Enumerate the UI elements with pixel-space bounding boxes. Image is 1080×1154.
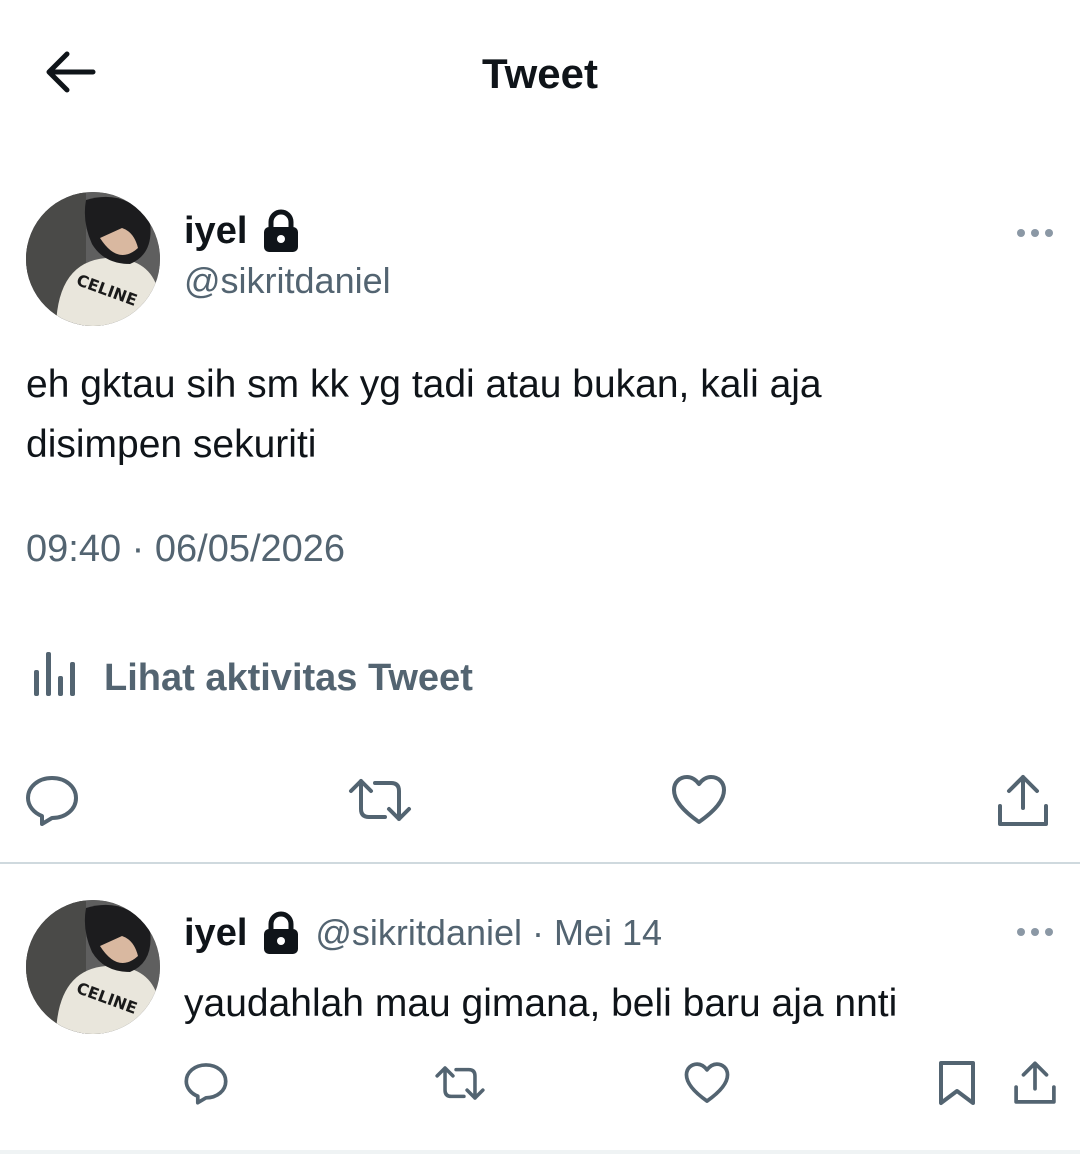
view-activity-link[interactable]: Lihat aktivitas Tweet [30, 648, 473, 708]
more-icon [1015, 226, 1055, 244]
more-icon [1015, 925, 1055, 943]
heart-icon [684, 1061, 730, 1110]
separator-dot: · [532, 912, 545, 953]
tweet-text: eh gktau sih sm kk yg tadi atau bukan, k… [26, 355, 1026, 475]
share-icon [1012, 1059, 1058, 1112]
reply-text: yaudahlah mau gimana, beli baru aja nnti [184, 982, 898, 1025]
lock-icon [261, 910, 301, 956]
reply-button[interactable] [180, 1060, 232, 1110]
page-title: Tweet [482, 50, 598, 97]
heart-icon [671, 774, 727, 831]
author-handle[interactable]: @sikritdaniel [315, 912, 522, 954]
analytics-icon [30, 648, 104, 708]
share-button[interactable] [990, 770, 1056, 836]
retweet-icon [434, 1063, 486, 1108]
share-icon [995, 772, 1051, 835]
retweet-button[interactable] [344, 770, 416, 834]
tweet-date[interactable]: Mei 14 [554, 912, 662, 954]
like-button[interactable] [666, 770, 732, 834]
author-name-row: iyel @sikritdaniel · Mei 14 [184, 910, 662, 956]
reply-icon [183, 1060, 229, 1111]
display-name[interactable]: iyel [184, 912, 247, 955]
like-button[interactable] [680, 1060, 734, 1110]
reply-button[interactable] [20, 770, 84, 834]
avatar[interactable]: CELINE [26, 900, 160, 1034]
retweet-button[interactable] [430, 1062, 490, 1108]
share-button[interactable] [1008, 1058, 1062, 1112]
avatar[interactable]: CELINE [26, 192, 160, 326]
lock-icon [261, 208, 301, 254]
tweet-text-line: eh gktau sih sm kk yg tadi atau bukan, k… [26, 363, 822, 406]
retweet-icon [347, 775, 413, 830]
tweet-timestamp[interactable]: 09:40 · 06/05/2026 [26, 528, 345, 571]
reply-tweet[interactable]: CELINE iyel @sikritdaniel · Mei 14 yauda… [0, 864, 1080, 1154]
reply-icon [24, 772, 80, 833]
display-name[interactable]: iyel [184, 210, 247, 253]
author-name-row: iyel [184, 208, 301, 254]
bottom-divider [0, 1150, 1080, 1154]
top-bar: Tweet [0, 0, 1080, 150]
bookmark-icon [936, 1059, 978, 1112]
tweet-text-line: disimpen sekuriti [26, 423, 317, 466]
author-handle[interactable]: @sikritdaniel [184, 260, 391, 302]
more-options-button[interactable] [1010, 919, 1060, 949]
more-options-button[interactable] [1010, 220, 1060, 250]
bookmark-button[interactable] [932, 1058, 982, 1112]
activity-label: Lihat aktivitas Tweet [104, 656, 473, 699]
